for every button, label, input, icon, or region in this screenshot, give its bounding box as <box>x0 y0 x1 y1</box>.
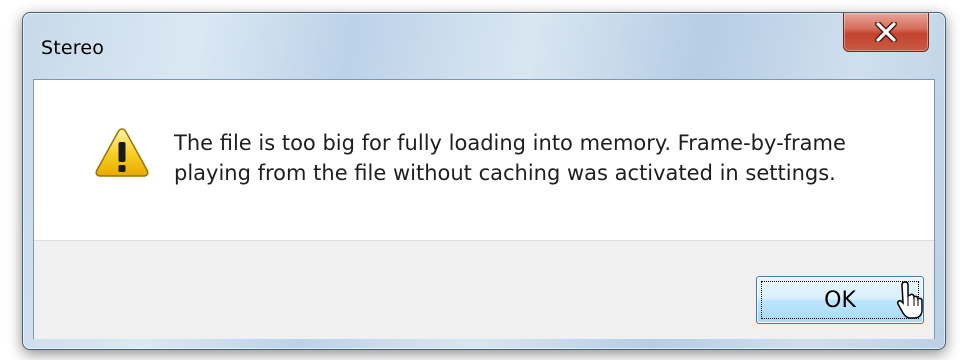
close-button[interactable] <box>843 13 929 52</box>
message-line: The file is too big for fully loading in… <box>174 131 846 155</box>
ok-button[interactable]: OK <box>756 276 924 324</box>
message-area: The file is too big for fully loading in… <box>34 80 934 240</box>
title-bar[interactable]: Stereo <box>23 13 945 79</box>
button-footer: OK <box>34 240 934 339</box>
message-line: playing from the file without caching wa… <box>174 161 836 185</box>
warning-icon <box>95 128 149 177</box>
window-title: Stereo <box>41 37 105 59</box>
stage: Stereo The file is too big for fully loa… <box>0 0 960 360</box>
ok-button-label: OK <box>761 281 919 319</box>
close-x-icon <box>875 22 897 42</box>
dialog-window: Stereo The file is too big for fully loa… <box>22 12 946 350</box>
dialog-client-area: The file is too big for fully loading in… <box>33 79 935 339</box>
dialog-message: The file is too big for fully loading in… <box>174 128 914 188</box>
